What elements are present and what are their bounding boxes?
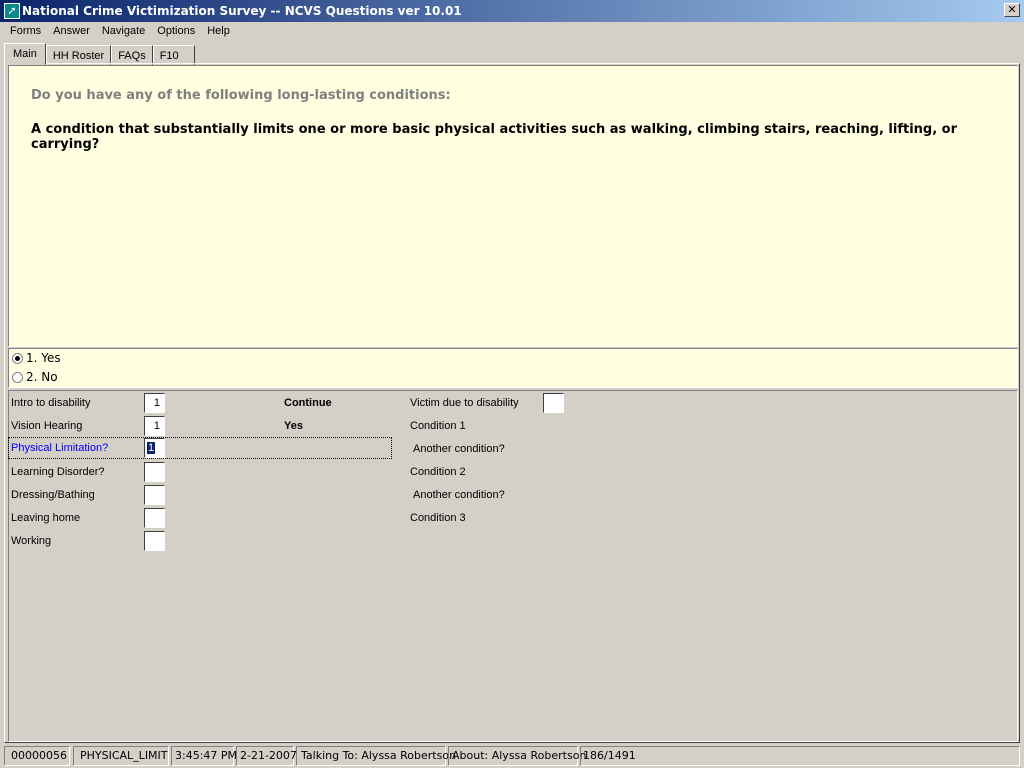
status-talking-to: Talking To: Alyssa Robertson [296,746,456,766]
form-row: Leaving home [9,508,309,528]
status-date: 2-21-2007 [236,746,297,766]
tab-f10[interactable]: F10 [152,45,195,65]
answer-no[interactable]: 2. No [12,370,58,384]
form-row: Vision Hearing 1 [9,416,309,436]
status-case-id: 00000056 [4,746,70,766]
field-input[interactable] [144,462,165,482]
field-input-active[interactable]: 1 [144,438,165,458]
field-label: Vision Hearing [11,420,83,432]
field-label: Learning Disorder? [11,466,105,478]
field-input[interactable] [144,508,165,528]
right-label: Another condition? [413,443,505,455]
menu-navigate[interactable]: Navigate [96,22,151,41]
victim-disability-input[interactable] [543,393,564,413]
field-input[interactable]: 1 [144,393,165,413]
radio-selected-icon[interactable] [12,352,23,364]
window-title: National Crime Victimization Survey -- N… [22,4,462,18]
radio-icon[interactable] [12,371,23,383]
status-time: 3:45:47 PM [171,746,237,766]
title-bar: ➚ National Crime Victimization Survey --… [0,0,1024,22]
close-button[interactable]: ✕ [1004,3,1020,17]
answer-panel: 1. Yes 2. No [8,348,1018,388]
field-note: Continue [284,397,332,409]
field-input[interactable]: 1 [144,416,165,436]
status-about: About: Alyssa Robertson [448,746,586,766]
field-label: Dressing/Bathing [11,489,95,501]
answer-yes[interactable]: 1. Yes [12,351,61,365]
field-label: Working [11,535,52,547]
form-row-current: Physical Limitation? 1 [8,437,392,459]
field-value: 1 [147,442,156,454]
tab-main[interactable]: Main [4,43,46,65]
menu-answer[interactable]: Answer [47,22,96,41]
right-label: Condition 2 [410,466,466,478]
field-input[interactable] [144,531,165,551]
menu-help[interactable]: Help [201,22,236,41]
form-row: Dressing/Bathing [9,485,309,505]
menu-forms[interactable]: Forms [4,22,47,41]
tab-hh-roster[interactable]: HH Roster [45,45,112,65]
status-field-name: PHYSICAL_LIMIT [73,746,169,766]
field-label: Leaving home [11,512,81,524]
status-progress: 186/1491 [580,746,1020,766]
right-label: Another condition? [413,489,505,501]
form-row: Learning Disorder? [9,462,309,482]
field-label: Intro to disability [11,397,91,409]
status-bar: 00000056 PHYSICAL_LIMIT 3:45:47 PM 2-21-… [0,746,1024,766]
form-row: Working [9,531,309,551]
answer-label: 1. Yes [26,351,61,365]
right-label: Condition 1 [410,420,466,432]
form-panel: Intro to disability 1 Vision Hearing 1 Phy… [8,390,1018,742]
question-panel: Do you have any of the following long-la… [8,65,1018,347]
form-row: Intro to disability 1 [9,393,309,413]
tab-faqs[interactable]: FAQs [111,45,153,65]
field-input[interactable] [144,485,165,505]
menu-options[interactable]: Options [151,22,201,41]
question-text: A condition that substantially limits on… [31,122,958,152]
right-label: Condition 3 [410,512,466,524]
answer-label: 2. No [26,370,58,384]
app-icon: ➚ [4,3,20,19]
right-label: Victim due to disability [410,397,519,409]
field-label: Physical Limitation? [11,442,109,454]
tab-bar: Main HH Roster FAQs F10 [4,43,195,65]
question-intro: Do you have any of the following long-la… [31,88,451,103]
field-note: Yes [284,420,303,432]
menu-bar: Forms Answer Navigate Options Help [0,22,1024,41]
